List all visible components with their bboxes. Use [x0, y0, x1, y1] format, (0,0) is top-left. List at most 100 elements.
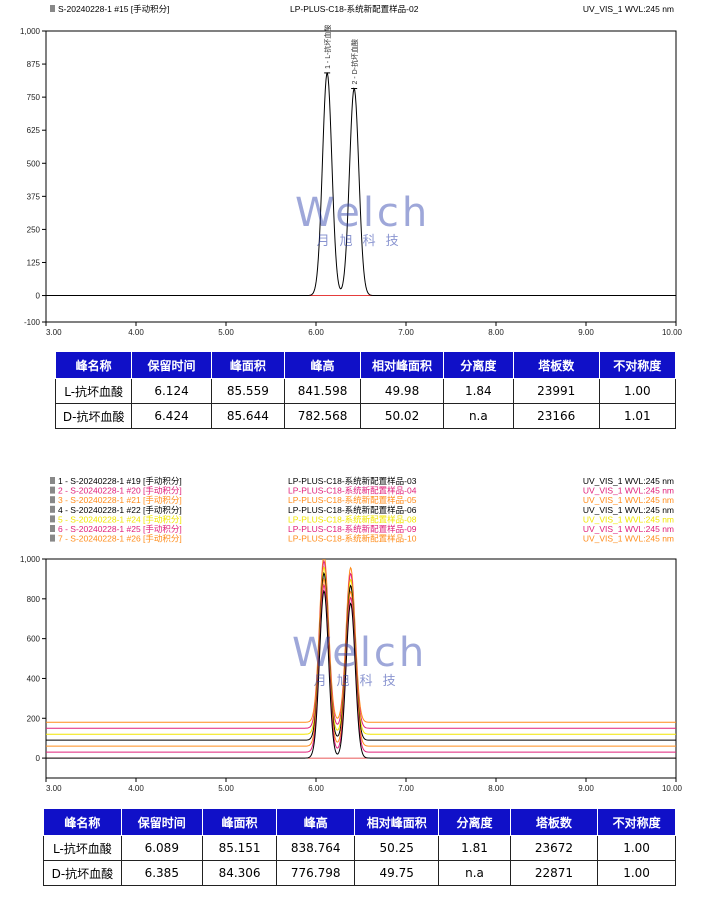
y-tick-label: 400: [27, 674, 41, 683]
x-tick-label: 10.00: [662, 784, 683, 793]
y-tick-label: 200: [27, 714, 41, 723]
table-cell: 782.568: [283, 403, 362, 429]
table-header-row: 峰名称 保留时间 峰面积 峰高 相对峰面积 分离度 塔板数 不对称度: [54, 351, 677, 379]
trace-legend-method: LP-PLUS-C18-系统新配置样品-06: [288, 505, 417, 515]
y-tick-label: 1,000: [20, 555, 41, 564]
table-column-header: 峰面积: [210, 351, 285, 379]
trace-legend-method: LP-PLUS-C18-系统新配置样品-09: [288, 524, 417, 534]
trace-legend-method: LP-PLUS-C18-系统新配置样品-10: [288, 534, 417, 544]
y-tick-label: 0: [36, 754, 41, 763]
chromatogram-panel-2: 1 - S-20240228-1 #19 [手动积分] LP-PLUS-C18-系…: [0, 470, 712, 902]
y-tick-label: 125: [27, 258, 41, 267]
chromatogram-panel-1: S-20240228-1 #15 [手动积分] LP-PLUS-C18-系统新配置…: [0, 0, 712, 450]
x-tick-label: 4.00: [128, 784, 144, 793]
table-cell: 49.75: [354, 860, 440, 886]
x-tick-label: 10.00: [662, 328, 683, 337]
table-row: L-抗坏血酸 6.124 85.559 841.598 49.98 1.84 23991 1.…: [54, 378, 677, 404]
x-tick-label: 8.00: [488, 784, 504, 793]
table-cell: 50.02: [360, 403, 444, 429]
x-tick-label: 9.00: [578, 328, 594, 337]
table-column-header: 峰高: [283, 351, 362, 379]
table-row: L-抗坏血酸 6.089 85.151 838.764 50.25 1.81 23672 1.…: [43, 835, 676, 861]
x-tick-label: 3.00: [46, 784, 62, 793]
table-cell: 22871: [509, 860, 599, 886]
x-tick-label: 7.00: [398, 328, 414, 337]
table-column-header: 塔板数: [509, 808, 599, 836]
trace-legend-sample: 7 - S-20240228-1 #26 [手动积分]: [58, 534, 182, 544]
x-tick-label: 4.00: [128, 328, 144, 337]
table-row: D-抗坏血酸 6.385 84.306 776.798 49.75 n.a 22871 1.0…: [43, 860, 676, 886]
table-column-header: 塔板数: [512, 351, 600, 379]
table-cell: 6.089: [120, 835, 203, 861]
table-cell: D-抗坏血酸: [43, 860, 122, 886]
table-column-header: 分离度: [442, 351, 514, 379]
table-cell: L-抗坏血酸: [43, 835, 122, 861]
y-tick-label: -100: [24, 318, 41, 327]
table-column-header: 相对峰面积: [354, 808, 440, 836]
trace-legend-sample: 1 - S-20240228-1 #19 [手动积分]: [58, 476, 182, 486]
table-column-header: 保留时间: [120, 808, 203, 836]
table-cell: 84.306: [201, 860, 278, 886]
x-tick-label: 8.00: [488, 328, 504, 337]
x-tick-label: 9.00: [578, 784, 594, 793]
table-column-header: 峰面积: [201, 808, 278, 836]
trace-legend-method: LP-PLUS-C18-系统新配置样品-03: [288, 476, 417, 486]
peak-label: 2 - D-抗坏血酸: [350, 39, 359, 85]
trace-legend-channel: UV_VIS_1 WVL:245 nm: [583, 486, 674, 496]
trace-legend-icon: [50, 477, 55, 484]
trace-legend-sample: 3 - S-20240228-1 #21 [手动积分]: [58, 495, 182, 505]
x-tick-label: 5.00: [218, 784, 234, 793]
trace-legend-sample: S-20240228-1 #15 [手动积分]: [58, 4, 170, 14]
table-cell: L-抗坏血酸: [54, 378, 133, 404]
trace-legend-icon: [50, 525, 55, 532]
plot-frame: [45, 30, 677, 323]
trace-legend-channel: UV_VIS_1 WVL:245 nm: [583, 505, 674, 515]
table-cell: 1.81: [438, 835, 511, 861]
trace-legend-channel: UV_VIS_1 WVL:245 nm: [583, 514, 674, 524]
table-cell: 6.124: [131, 378, 212, 404]
trace-legend-channel: UV_VIS_1 WVL:245 nm: [583, 4, 674, 14]
table-cell: n.a: [438, 860, 511, 886]
y-tick-label: 1,000: [20, 27, 41, 36]
table-cell: 1.84: [442, 378, 514, 404]
table-row: D-抗坏血酸 6.424 85.644 782.568 50.02 n.a 23166 1.0…: [54, 403, 677, 429]
trace-legend-icon: [50, 5, 55, 12]
x-tick-label: 6.00: [308, 784, 324, 793]
y-tick-label: 750: [27, 93, 41, 102]
chromatogram-chart-1: S-20240228-1 #15 [手动积分] LP-PLUS-C18-系统新配置…: [20, 4, 683, 337]
y-tick-label: 875: [27, 60, 41, 69]
y-tick-label: 500: [27, 159, 41, 168]
table-column-header: 分离度: [438, 808, 511, 836]
table-cell: 1.00: [598, 378, 677, 404]
table-cell: 85.559: [210, 378, 285, 404]
x-tick-label: 3.00: [46, 328, 62, 337]
x-tick-label: 7.00: [398, 784, 414, 793]
table-cell: 50.25: [354, 835, 440, 861]
trace-legend-channel: UV_VIS_1 WVL:245 nm: [583, 495, 674, 505]
trace-legend-sample: 6 - S-20240228-1 #25 [手动积分]: [58, 524, 182, 534]
table-column-header: 峰高: [276, 808, 356, 836]
table-column-header: 峰名称: [43, 808, 122, 836]
trace-legend-channel: UV_VIS_1 WVL:245 nm: [583, 476, 674, 486]
table-header-row: 峰名称 保留时间 峰面积 峰高 相对峰面积 分离度 塔板数 不对称度: [43, 808, 676, 836]
table-cell: D-抗坏血酸: [54, 403, 133, 429]
trace-legend-method: LP-PLUS-C18-系统新配置样品-04: [288, 486, 417, 496]
y-tick-label: 250: [27, 225, 41, 234]
trace-legend-method: LP-PLUS-C18-系统新配置样品-02: [290, 4, 419, 14]
trace-legend-sample: 4 - S-20240228-1 #22 [手动积分]: [58, 505, 182, 515]
y-tick-label: 375: [27, 192, 41, 201]
trace-legend-icon: [50, 496, 55, 504]
table-cell: 23991: [512, 378, 600, 404]
trace-legend-icon: [50, 505, 55, 513]
table-cell: 23166: [512, 403, 600, 429]
table-cell: 6.424: [131, 403, 212, 429]
table-cell: 85.151: [201, 835, 278, 861]
watermark-logo: Welch 月旭科技: [295, 190, 431, 249]
table-column-header: 不对称度: [597, 808, 676, 836]
trace-legend-channel: UV_VIS_1 WVL:245 nm: [583, 524, 674, 534]
trace-legend-icon: [50, 486, 55, 494]
peak-label: 1 - L-抗坏血酸: [323, 25, 332, 69]
y-tick-label: 800: [27, 595, 41, 604]
trace-legend-icon: [50, 534, 55, 542]
table-cell: 838.764: [276, 835, 356, 861]
